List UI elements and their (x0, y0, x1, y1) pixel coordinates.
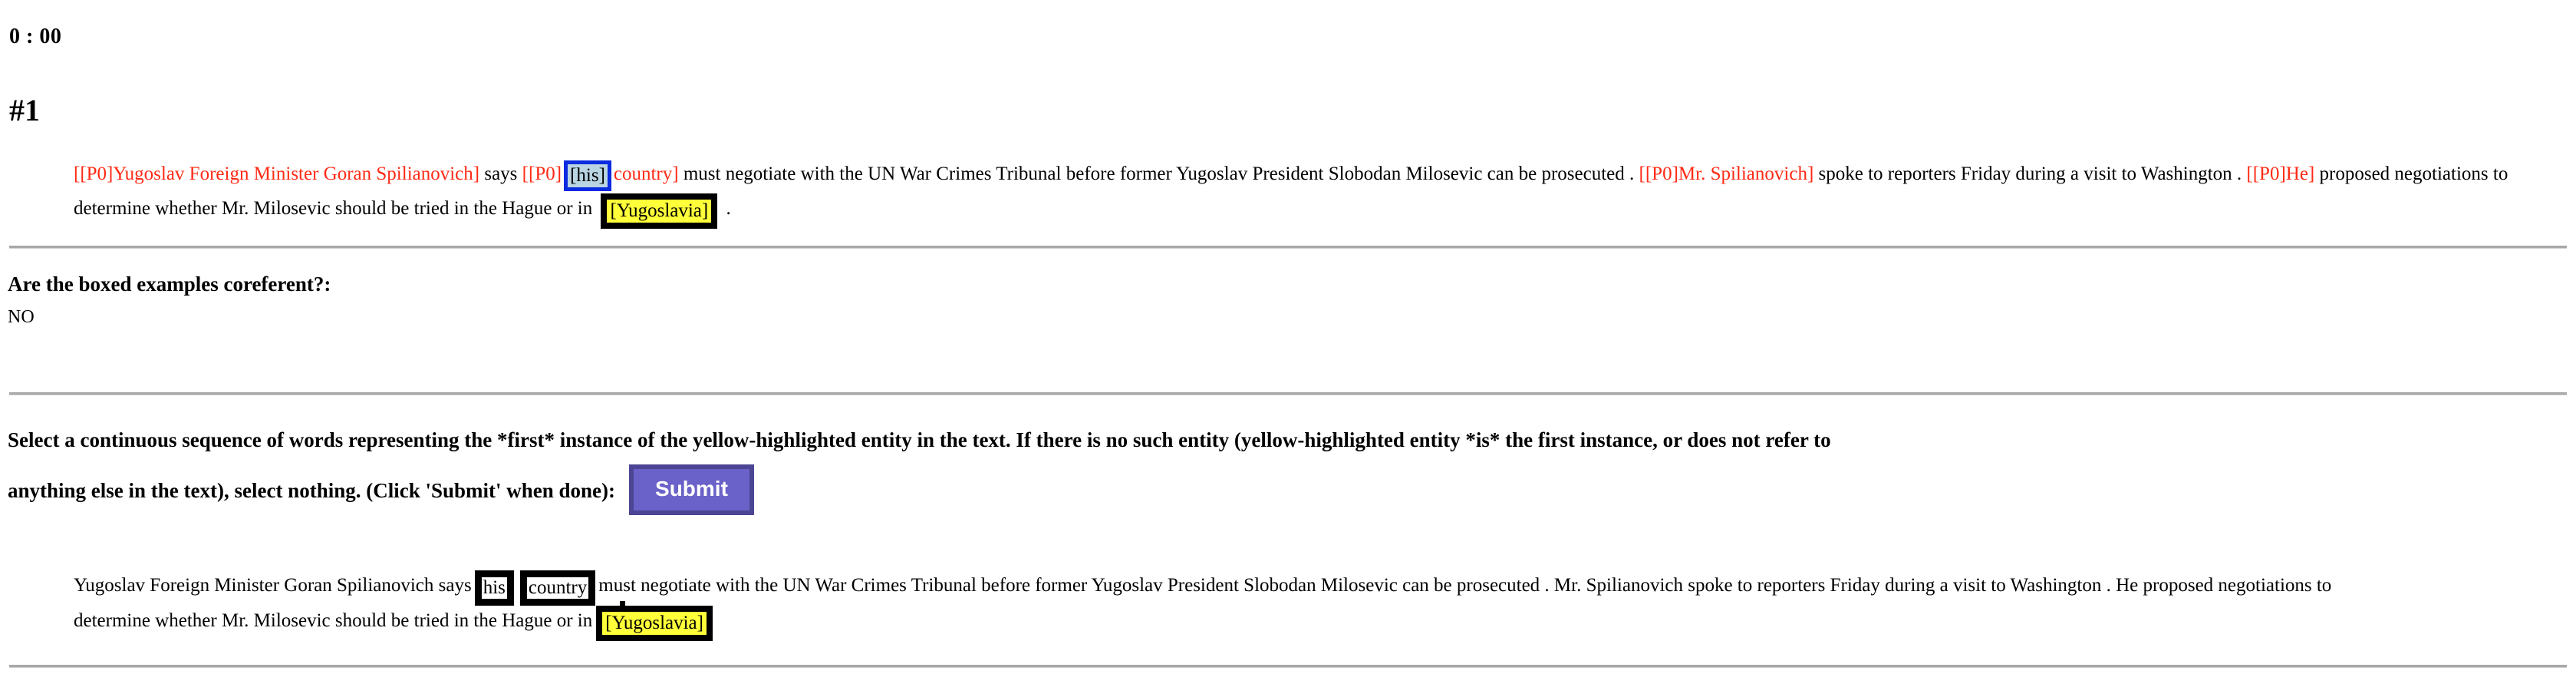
coref-mention-4: country] (613, 164, 679, 184)
passage-text-5: must negotiate with the UN War Crimes Tr… (678, 164, 1639, 184)
divider-middle (9, 392, 2567, 395)
coreference-answer-value: NO (8, 307, 35, 327)
selectable-token-country[interactable]: country (519, 570, 596, 606)
selection-text-0: Yugoslav Foreign Minister Goran Spiliano… (74, 575, 472, 596)
divider-top (9, 246, 2567, 249)
passage-text-1: says (479, 164, 522, 184)
boxed-mention-his[interactable]: [his] (564, 160, 611, 191)
task-instructions: Select a continuous sequence of words re… (8, 415, 2570, 518)
passage-text-7: spoke to reporters Friday during a visit… (1813, 164, 2247, 184)
task-page: 0 : 00 #1 [[P0]Yugoslav Foreign Minister… (0, 0, 2576, 674)
submit-button[interactable]: Submit (629, 464, 754, 515)
coref-mention-2: [[P0] (522, 164, 562, 184)
selection-passage[interactable]: Yugoslav Foreign Minister Goran Spiliano… (74, 568, 2344, 641)
coref-mention-0: [[P0]Yugoslav Foreign Minister Goran Spi… (74, 164, 480, 184)
instructions-line-2: anything else in the text), select nothi… (8, 479, 616, 502)
coref-mention-8: [[P0]He] (2246, 164, 2315, 184)
divider-bottom (9, 665, 2567, 668)
countdown-timer: 0 : 00 (9, 25, 62, 48)
coref-mention-6: [[P0]Mr. Spilianovich] (1639, 164, 1814, 184)
passage-text-11: . (721, 198, 731, 219)
text-caret-marker (620, 601, 625, 611)
instructions-line-1: Select a continuous sequence of words re… (8, 428, 1831, 451)
coreference-question-label: Are the boxed examples coreferent?: (8, 273, 331, 296)
instructions-line-2-wrapper: anything else in the text), select nothi… (8, 464, 2570, 518)
task-number-heading: #1 (9, 93, 40, 127)
selectable-token-his[interactable]: his (474, 570, 514, 606)
highlighted-entity-yugoslavia[interactable]: [Yugoslavia] (601, 193, 718, 229)
selection-highlighted-entity-yugoslavia[interactable]: [Yugoslavia] (596, 606, 713, 641)
annotated-passage: [[P0]Yugoslav Foreign Minister Goran Spi… (74, 157, 2553, 229)
